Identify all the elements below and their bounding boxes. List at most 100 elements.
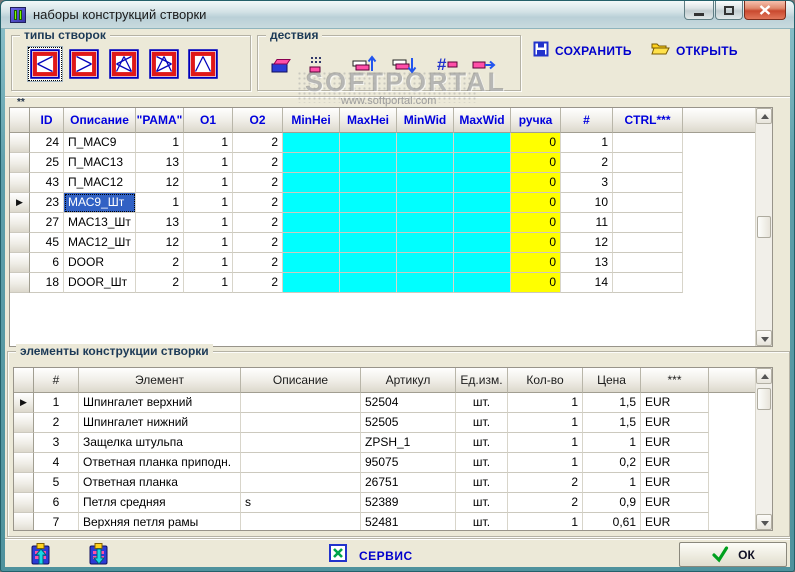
- cell[interactable]: 2: [233, 273, 283, 293]
- cell[interactable]: 0: [511, 253, 561, 273]
- cell[interactable]: 2: [233, 213, 283, 233]
- action-button-5[interactable]: #: [434, 52, 462, 80]
- cell[interactable]: [241, 513, 361, 530]
- table-row[interactable]: 27 МАС13_Шт 13 1 2 0 11: [10, 213, 755, 233]
- scrollbar-thumb[interactable]: [757, 388, 771, 410]
- cell[interactable]: 0: [511, 213, 561, 233]
- cell[interactable]: 2: [34, 413, 79, 433]
- maximize-button[interactable]: [715, 1, 743, 20]
- cell[interactable]: 1: [136, 133, 184, 153]
- cell[interactable]: 2: [233, 193, 283, 213]
- cell[interactable]: 1: [184, 173, 233, 193]
- cell[interactable]: 0,2: [583, 453, 641, 473]
- cell[interactable]: [241, 473, 361, 493]
- cell[interactable]: шт.: [456, 513, 508, 530]
- cell[interactable]: 1: [136, 193, 184, 213]
- cell[interactable]: 2: [233, 153, 283, 173]
- cell[interactable]: 1: [184, 273, 233, 293]
- row-indicator[interactable]: [10, 153, 30, 173]
- cell[interactable]: [283, 133, 340, 153]
- cell[interactable]: Ответная планка: [79, 473, 241, 493]
- cell[interactable]: [340, 193, 397, 213]
- cell[interactable]: 1: [184, 253, 233, 273]
- table-row[interactable]: 24 П_МАС9 1 1 2 0 1: [10, 133, 755, 153]
- row-indicator[interactable]: ▶: [10, 193, 30, 213]
- cell[interactable]: 26751: [361, 473, 456, 493]
- cell[interactable]: [454, 173, 511, 193]
- column-header[interactable]: Описание: [241, 368, 361, 393]
- action-button-1[interactable]: [268, 52, 296, 80]
- cell[interactable]: [340, 153, 397, 173]
- cell[interactable]: МАС12_Шт: [64, 233, 136, 253]
- cell[interactable]: 23: [30, 193, 64, 213]
- table-row[interactable]: 2 Шпингалет нижний 52505 шт. 1 1,5 EUR: [14, 413, 755, 433]
- cell[interactable]: [283, 273, 340, 293]
- cell[interactable]: шт.: [456, 433, 508, 453]
- row-indicator[interactable]: [10, 253, 30, 273]
- cell[interactable]: [340, 233, 397, 253]
- cell[interactable]: шт.: [456, 493, 508, 513]
- cell[interactable]: [397, 153, 454, 173]
- cell[interactable]: 45: [30, 233, 64, 253]
- row-indicator[interactable]: [14, 473, 34, 493]
- column-header[interactable]: O2: [233, 108, 283, 133]
- cell[interactable]: [283, 153, 340, 173]
- cell[interactable]: 1: [184, 213, 233, 233]
- cell[interactable]: 1: [508, 453, 583, 473]
- sash-type-button-4[interactable]: [146, 46, 182, 82]
- cell[interactable]: [283, 233, 340, 253]
- row-indicator[interactable]: ▶: [14, 393, 34, 413]
- cell[interactable]: EUR: [641, 493, 709, 513]
- cell[interactable]: 2: [508, 473, 583, 493]
- cell[interactable]: Защелка штульпа: [79, 433, 241, 453]
- cell[interactable]: [241, 433, 361, 453]
- column-header[interactable]: CTRL***: [613, 108, 683, 133]
- cell[interactable]: 7: [34, 513, 79, 530]
- cell[interactable]: [283, 253, 340, 273]
- cell[interactable]: [613, 173, 683, 193]
- cell[interactable]: 2: [561, 153, 613, 173]
- table-row[interactable]: 6 Петля средняя s 52389 шт. 2 0,9 EUR: [14, 493, 755, 513]
- cell[interactable]: [241, 453, 361, 473]
- cell[interactable]: [397, 233, 454, 253]
- cell[interactable]: EUR: [641, 453, 709, 473]
- cell[interactable]: [454, 233, 511, 253]
- column-header[interactable]: Артикул: [361, 368, 456, 393]
- cell[interactable]: EUR: [641, 413, 709, 433]
- paste-from-clipboard-button[interactable]: [27, 542, 55, 567]
- cell[interactable]: 1: [508, 413, 583, 433]
- cell[interactable]: EUR: [641, 473, 709, 493]
- cell[interactable]: 1: [508, 433, 583, 453]
- cell[interactable]: [613, 233, 683, 253]
- cell[interactable]: 0: [511, 193, 561, 213]
- cell[interactable]: 2: [233, 173, 283, 193]
- sash-type-button-3[interactable]: [106, 46, 142, 82]
- cell[interactable]: [454, 153, 511, 173]
- column-header[interactable]: Кол-во: [508, 368, 583, 393]
- cell[interactable]: [340, 273, 397, 293]
- scroll-down-button[interactable]: [756, 514, 772, 530]
- table-row[interactable]: 6 DOOR 2 1 2 0 13: [10, 253, 755, 273]
- cell[interactable]: Верхняя петля рамы: [79, 513, 241, 530]
- sets-grid-vertical-scrollbar[interactable]: [755, 108, 772, 346]
- table-row[interactable]: 7 Верхняя петля рамы 52481 шт. 1 0,61 EUR: [14, 513, 755, 530]
- row-indicator[interactable]: [10, 213, 30, 233]
- cell[interactable]: 0: [511, 233, 561, 253]
- cell[interactable]: 3: [34, 433, 79, 453]
- table-row[interactable]: ▶ 23 МАС9_Шт 1 1 2 0 10: [10, 193, 755, 213]
- row-indicator[interactable]: [14, 453, 34, 473]
- table-row[interactable]: 25 П_МАС13 13 1 2 0 2: [10, 153, 755, 173]
- cell[interactable]: 52389: [361, 493, 456, 513]
- cell[interactable]: МАС9_Шт: [64, 193, 136, 213]
- column-header[interactable]: ID: [30, 108, 64, 133]
- close-button[interactable]: [744, 1, 786, 20]
- cell[interactable]: 1: [184, 193, 233, 213]
- copy-to-clipboard-button[interactable]: [85, 542, 113, 567]
- row-indicator[interactable]: [14, 413, 34, 433]
- table-row[interactable]: 5 Ответная планка 26751 шт. 2 1 EUR: [14, 473, 755, 493]
- cell[interactable]: 13: [136, 213, 184, 233]
- scroll-down-button[interactable]: [756, 330, 772, 346]
- ok-button[interactable]: ОК: [679, 542, 787, 567]
- cell[interactable]: [283, 173, 340, 193]
- cell[interactable]: [454, 253, 511, 273]
